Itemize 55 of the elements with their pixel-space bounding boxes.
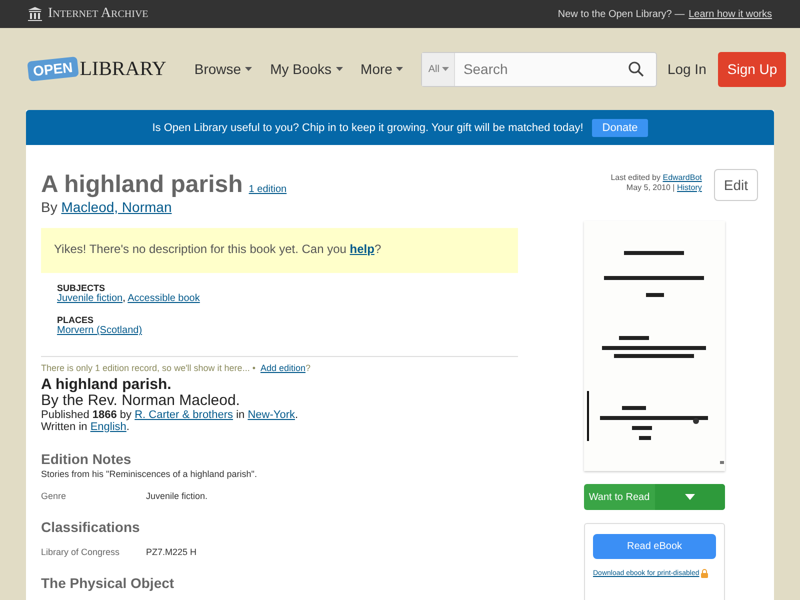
caret-icon: [245, 67, 252, 71]
editions-link[interactable]: 1 edition: [248, 184, 287, 195]
section-label: PLACES: [57, 315, 95, 325]
description-notice: Yikes! There's no description for this book yet. Can you help?: [41, 228, 518, 273]
field-label: Library of Congress: [41, 547, 121, 557]
editor-link[interactable]: EdwardBot: [662, 173, 702, 182]
question-mark: ?: [306, 363, 311, 373]
edit-button[interactable]: Edit: [714, 169, 758, 201]
add-edition-link[interactable]: Add edition: [260, 363, 306, 373]
learn-link[interactable]: Learn how it works: [688, 8, 772, 20]
edition-notice: There is only 1 edition record, so we'll show it here... •: [41, 363, 256, 373]
search-scope-dropdown[interactable]: All: [422, 52, 456, 86]
search-field[interactable]: All Search: [421, 52, 658, 86]
section-label: SUBJECTS: [57, 283, 106, 293]
field-value: PZ7.M225 H: [146, 547, 197, 557]
edition-title: A highland parish.: [41, 377, 172, 393]
section-heading: Edition Notes: [41, 451, 132, 467]
by-label: By: [41, 199, 58, 215]
caret-icon: [336, 67, 343, 71]
book-title: A highland parish: [41, 171, 243, 199]
publish-info: Published 1866 by R. Carter & brothers in New-York.: [41, 409, 300, 421]
section-heading: The Physical Object: [41, 575, 176, 591]
text-link[interactable]: English: [90, 421, 126, 433]
lock-icon: [701, 569, 708, 578]
text-link[interactable]: R. Carter & brothers: [134, 409, 234, 421]
nav-menu[interactable]: Browse: [194, 61, 252, 77]
signup-button[interactable]: Sign Up: [718, 52, 786, 86]
brand-logo[interactable]: Internet Archive: [28, 6, 148, 22]
help-link[interactable]: help: [350, 242, 374, 256]
last-edited-text: Last edited by EdwardBot: [610, 173, 702, 183]
language-info: Written in English.: [41, 421, 130, 433]
section-heading: Classifications: [41, 519, 141, 535]
open-library-logo[interactable]: OPEN LIBRARY: [28, 58, 166, 80]
caret-icon[interactable]: [684, 494, 695, 500]
caret-icon: [396, 67, 404, 71]
history-link[interactable]: History: [676, 183, 702, 192]
intro-text: New to the Open Library? —: [558, 8, 685, 20]
caret-icon: [442, 67, 448, 71]
archive-building-icon: [28, 7, 42, 21]
login-link[interactable]: Log In: [667, 61, 706, 77]
subject-link[interactable]: Accessible book: [128, 293, 200, 304]
author-link[interactable]: Macleod, Norman: [61, 199, 172, 215]
subject-link[interactable]: Morvern (Scotland): [57, 325, 142, 336]
nav-menu[interactable]: My Books: [270, 61, 343, 77]
field-value: Juvenile fiction.: [146, 491, 208, 501]
subject-link[interactable]: Juvenile fiction: [57, 293, 123, 304]
nav-menu[interactable]: More: [360, 61, 404, 77]
search-icon[interactable]: [628, 61, 644, 77]
banner-text: Is Open Library useful to you? Chip in to keep it growing. Your gift will be matched today!: [152, 122, 584, 134]
edit-date: May 5, 2010 | History: [625, 183, 702, 193]
edition-byline: By the Rev. Norman Macleod.: [41, 393, 241, 409]
field-label: Genre: [41, 491, 68, 501]
text-link[interactable]: New-York: [248, 409, 295, 421]
separator: ,: [122, 293, 126, 304]
edition-note: Stories from his "Reminiscences of a highland parish".: [41, 469, 258, 479]
